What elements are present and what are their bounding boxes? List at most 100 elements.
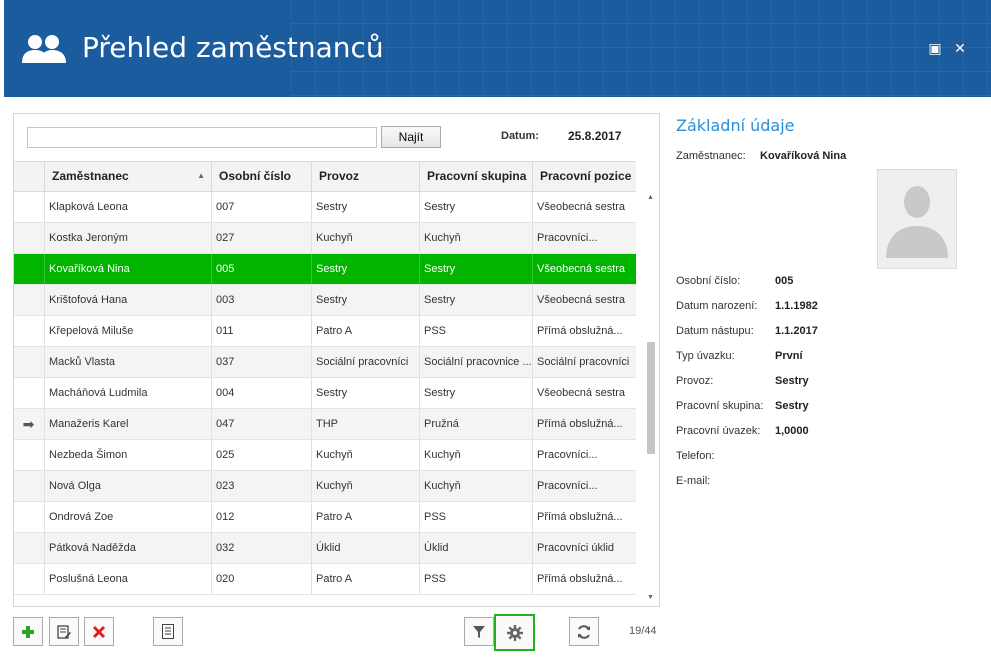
cell-employee: Macháňová Ludmila bbox=[44, 378, 211, 408]
scrollbar-thumb[interactable] bbox=[647, 342, 655, 454]
employee-label: Zaměstnanec: bbox=[676, 150, 746, 162]
column-header-work-group[interactable]: Pracovní skupina bbox=[419, 162, 532, 191]
cell-position: Pracovníci... bbox=[532, 440, 636, 470]
row-indicator-icon bbox=[14, 471, 43, 501]
cell-position: Přímá obslužná... bbox=[532, 502, 636, 532]
table-row[interactable]: Ondrová Zoe 012 Patro A PSS Přímá obslužná..… bbox=[14, 502, 636, 533]
table-row[interactable]: Nezbeda Šimon 025 Kuchyň Kuchyň Pracovníci..… bbox=[14, 440, 636, 471]
filter-button[interactable] bbox=[464, 617, 494, 646]
delete-icon bbox=[92, 625, 106, 638]
cell-position: Všeobecná sestra bbox=[532, 285, 636, 315]
row-indicator-icon: ➡ bbox=[22, 416, 35, 432]
date-value: 25.8.2017 bbox=[568, 129, 622, 143]
cell-operation: Kuchyň bbox=[311, 440, 419, 470]
cell-operation: Sestry bbox=[311, 254, 419, 284]
table-row[interactable]: Kostka Jeroným 027 Kuchyň Kuchyň Pracovníci.… bbox=[14, 223, 636, 254]
plus-icon bbox=[22, 625, 34, 638]
refresh-icon bbox=[578, 625, 590, 639]
table-row[interactable]: Klapková Leona 007 Sestry Sestry Všeobecná s… bbox=[14, 192, 636, 223]
cell-personal-number: 047 bbox=[211, 409, 311, 439]
cell-work-group: Úklid bbox=[419, 533, 532, 563]
field-label: Pracovní úvazek: bbox=[676, 425, 761, 437]
cell-work-group: PSS bbox=[419, 564, 532, 594]
vertical-scrollbar[interactable]: ▲ ▼ bbox=[642, 192, 659, 606]
field-label: Typ úvazku: bbox=[676, 350, 735, 362]
row-indicator-icon bbox=[14, 564, 43, 594]
row-indicator-icon bbox=[14, 316, 43, 346]
cell-personal-number: 003 bbox=[211, 285, 311, 315]
cell-work-group: Sestry bbox=[419, 254, 532, 284]
report-button[interactable] bbox=[153, 617, 183, 646]
field-value: 1.1.2017 bbox=[775, 325, 818, 337]
table-row[interactable]: Macháňová Ludmila 004 Sestry Sestry Všeobecn… bbox=[14, 378, 636, 409]
cell-work-group: Kuchyň bbox=[419, 471, 532, 501]
section-title: Základní údaje bbox=[676, 116, 795, 135]
edit-button[interactable] bbox=[49, 617, 79, 646]
filter-icon bbox=[473, 625, 485, 638]
column-header-operation[interactable]: Provoz bbox=[311, 162, 419, 191]
row-indicator-icon bbox=[14, 254, 43, 284]
table-row[interactable]: Poslušná Leona 020 Patro A PSS Přímá obslužn… bbox=[14, 564, 636, 595]
table-row[interactable]: Macků Vlasta 037 Sociální pracovníci Sociál… bbox=[14, 347, 636, 378]
column-header-position[interactable]: Pracovní pozice bbox=[532, 162, 636, 191]
search-input[interactable] bbox=[27, 127, 377, 148]
maximize-button[interactable]: ▣ bbox=[928, 41, 942, 55]
cell-employee: Pátková Naděžda bbox=[44, 533, 211, 563]
cell-work-group: Sociální pracovnice ... bbox=[419, 347, 532, 377]
add-button[interactable] bbox=[13, 617, 43, 646]
table-row[interactable]: Křepelová Miluše 011 Patro A PSS Přímá obslu… bbox=[14, 316, 636, 347]
table-row[interactable]: ➡ Manažeris Karel 047 THP Pružná Přímá obsluž… bbox=[14, 409, 636, 440]
field-label: Pracovní skupina: bbox=[676, 400, 764, 412]
cell-employee: Krištofová Hana bbox=[44, 285, 211, 315]
window-title: Přehled zaměstnanců bbox=[82, 31, 384, 64]
scroll-up-icon[interactable]: ▲ bbox=[642, 192, 659, 204]
cell-position: Pracovníci úklid bbox=[532, 533, 636, 563]
row-indicator-icon bbox=[14, 285, 43, 315]
gear-icon bbox=[506, 624, 523, 641]
cell-position: Všeobecná sestra bbox=[532, 192, 636, 222]
close-button[interactable]: ✕ bbox=[953, 41, 967, 55]
cell-operation: Sestry bbox=[311, 285, 419, 315]
cell-work-group: Sestry bbox=[419, 378, 532, 408]
avatar-placeholder-icon bbox=[886, 186, 948, 258]
employee-value: Kovaříková Nina bbox=[760, 150, 847, 162]
field-value: 1.1.1982 bbox=[775, 300, 818, 312]
cell-operation: THP bbox=[311, 409, 419, 439]
cell-employee: Poslušná Leona bbox=[44, 564, 211, 594]
table-row[interactable]: Krištofová Hana 003 Sestry Sestry Všeobecná … bbox=[14, 285, 636, 316]
cell-work-group: PSS bbox=[419, 316, 532, 346]
table-row[interactable]: Nová Olga 023 Kuchyň Kuchyň Pracovníci... bbox=[14, 471, 636, 502]
cell-operation: Patro A bbox=[311, 316, 419, 346]
delete-button[interactable] bbox=[84, 617, 114, 646]
cell-employee: Ondrová Zoe bbox=[44, 502, 211, 532]
edit-icon bbox=[57, 625, 71, 639]
row-indicator-icon bbox=[14, 502, 43, 532]
column-header-personal-number[interactable]: Osobní číslo bbox=[211, 162, 311, 191]
find-button[interactable]: Najít bbox=[381, 126, 441, 148]
cell-employee: Křepelová Miluše bbox=[44, 316, 211, 346]
cell-personal-number: 023 bbox=[211, 471, 311, 501]
grid-header: Zaměstnanec ▲ Osobní číslo Provoz Pracov… bbox=[14, 161, 636, 192]
cell-personal-number: 005 bbox=[211, 254, 311, 284]
indicator-column-header bbox=[14, 162, 44, 191]
row-indicator-icon bbox=[14, 440, 43, 470]
table-row[interactable]: Kovaříková Nina 005 Sestry Sestry Všeobecná … bbox=[14, 254, 636, 285]
scroll-down-icon[interactable]: ▼ bbox=[642, 592, 659, 604]
column-header-employee[interactable]: Zaměstnanec ▲ bbox=[44, 162, 211, 191]
sort-asc-icon: ▲ bbox=[197, 171, 205, 180]
cell-employee: Kostka Jeroným bbox=[44, 223, 211, 253]
cell-position: Přímá obslužná... bbox=[532, 564, 636, 594]
record-counter: 19/44 bbox=[629, 625, 657, 637]
cell-operation: Kuchyň bbox=[311, 471, 419, 501]
settings-button[interactable] bbox=[494, 614, 535, 651]
refresh-button[interactable] bbox=[569, 617, 599, 646]
cell-operation: Sestry bbox=[311, 192, 419, 222]
field-value: 1,0000 bbox=[775, 425, 809, 437]
cell-operation: Kuchyň bbox=[311, 223, 419, 253]
cell-work-group: Kuchyň bbox=[419, 223, 532, 253]
date-label: Datum: bbox=[501, 130, 539, 142]
table-row[interactable]: Pátková Naděžda 032 Úklid Úklid Pracovníci ú… bbox=[14, 533, 636, 564]
cell-operation: Sestry bbox=[311, 378, 419, 408]
cell-employee: Kovaříková Nina bbox=[44, 254, 211, 284]
cell-employee: Klapková Leona bbox=[44, 192, 211, 222]
